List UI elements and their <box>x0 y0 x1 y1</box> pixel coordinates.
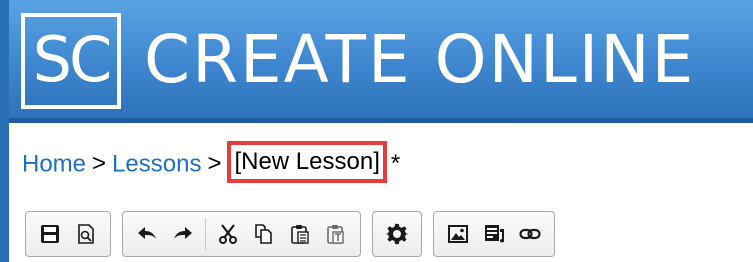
toolbar-group-document <box>25 211 111 257</box>
insert-video-button[interactable] <box>476 216 512 252</box>
breadcrumb: Home > Lessons > [New Lesson] * <box>22 141 401 183</box>
copy-button[interactable] <box>246 216 282 252</box>
image-icon <box>448 225 468 243</box>
paste-button[interactable] <box>282 216 318 252</box>
logo: SC <box>21 13 121 109</box>
preview-button[interactable] <box>68 216 104 252</box>
toolbar-group-edit <box>122 211 361 257</box>
insert-image-button[interactable] <box>440 216 476 252</box>
redo-button[interactable] <box>165 216 201 252</box>
editor-toolbar <box>25 211 555 262</box>
undo-icon <box>138 227 156 239</box>
breadcrumb-lessons-link[interactable]: Lessons <box>112 150 201 177</box>
logo-text: SC <box>32 23 113 96</box>
cut-button[interactable] <box>210 216 246 252</box>
header-banner: SC CREATE ONLINE <box>9 0 753 123</box>
insert-link-button[interactable] <box>512 216 548 252</box>
toolbar-group-insert <box>433 211 555 257</box>
app-frame: SC CREATE ONLINE Home > Lessons > [New Lesso… <box>0 0 753 262</box>
redo-icon <box>174 227 192 239</box>
unsaved-changes-marker: * <box>390 150 401 178</box>
paste-icon <box>291 225 309 244</box>
save-button[interactable] <box>32 216 68 252</box>
video-icon <box>485 225 504 243</box>
paste-as-text-icon <box>327 225 344 244</box>
app-title: CREATE ONLINE <box>144 21 696 98</box>
settings-icon <box>385 223 409 245</box>
save-icon <box>41 225 59 243</box>
breadcrumb-separator: > <box>92 150 107 178</box>
preview-icon <box>78 224 94 244</box>
paste-as-text-button[interactable] <box>318 216 354 252</box>
toolbar-group-settings <box>372 211 422 257</box>
toolbar-divider <box>205 218 206 250</box>
settings-button[interactable] <box>379 216 415 252</box>
undo-button[interactable] <box>129 216 165 252</box>
copy-icon <box>255 224 272 244</box>
cut-icon <box>219 224 237 244</box>
breadcrumb-current-lesson: [New Lesson] <box>227 141 387 183</box>
breadcrumb-home-link[interactable]: Home <box>22 150 86 177</box>
breadcrumb-separator: > <box>207 150 222 178</box>
link-icon <box>519 228 541 240</box>
